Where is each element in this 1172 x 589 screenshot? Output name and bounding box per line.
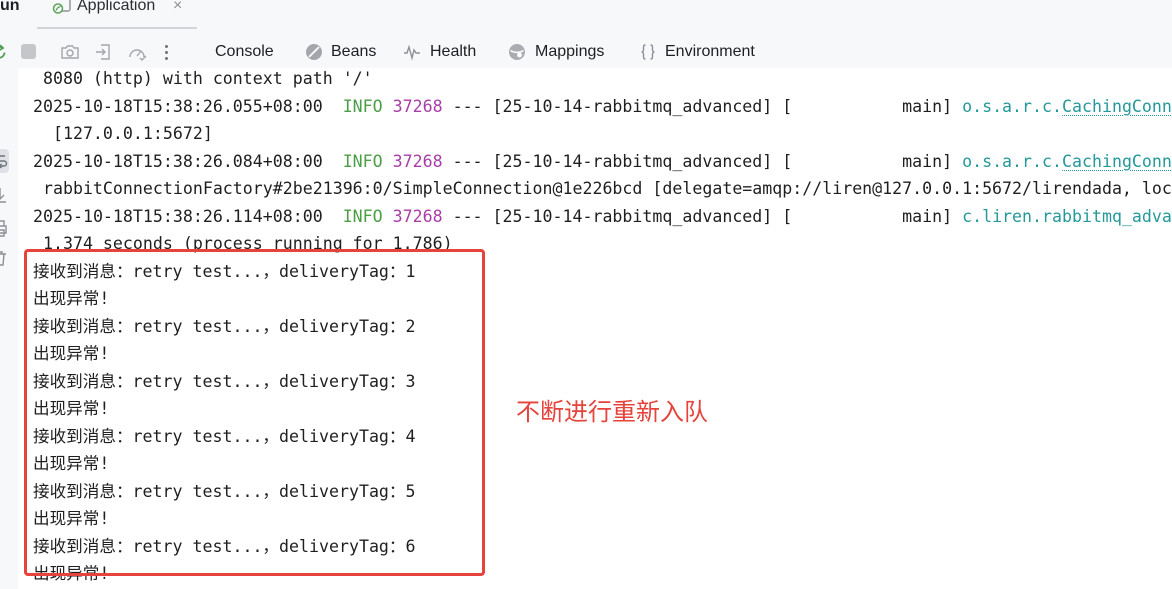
tab-environment-label: Environment	[665, 43, 755, 60]
health-pulse-icon	[403, 43, 421, 61]
active-tab-underline	[37, 27, 197, 29]
tab-beans[interactable]: Beans	[298, 36, 382, 68]
log-pid: 37268	[392, 151, 443, 171]
log-level: INFO	[342, 206, 383, 226]
tab-console[interactable]: Console	[205, 36, 285, 68]
console-log-line: 2025-10-18T15:38:26.055+08:00 INFO 37268 --…	[33, 93, 1172, 121]
console-wrapped-line: 8080 (http) with context path '/'	[42, 69, 373, 89]
tab-environment[interactable]: Environment	[632, 36, 766, 68]
clear-all-icon[interactable]	[0, 249, 9, 267]
highlight-box	[24, 249, 485, 576]
log-timestamp: 2025-10-18T15:38:26.084+08:00	[33, 151, 323, 171]
log-logger-class-link[interactable]: CachingConn	[1062, 97, 1172, 116]
log-logger-package: o.s.a.r.c.	[962, 96, 1062, 116]
log-thread: [ main]	[782, 96, 953, 116]
log-separator: ---	[452, 96, 483, 116]
annotation-text: 不断进行重新入队	[516, 398, 708, 426]
log-logger-package: o.s.a.r.c.	[962, 151, 1062, 171]
tab-beans-label: Beans	[331, 43, 377, 60]
log-timestamp: 2025-10-18T15:38:26.114+08:00	[33, 206, 323, 226]
log-thread: [ main]	[782, 206, 953, 226]
console-log-line: 2025-10-18T15:38:26.084+08:00 INFO 37268 --…	[33, 148, 1172, 176]
tab-application[interactable]: Application ×	[37, 0, 197, 29]
tab-health[interactable]: Health	[396, 36, 488, 68]
exit-icon[interactable]	[94, 41, 112, 63]
log-pid: 37268	[392, 206, 443, 226]
log-app-name: [25-10-14-rabbitmq_advanced]	[492, 206, 773, 226]
log-level: INFO	[342, 151, 383, 171]
log-logger-name: c.liren.rabbitmq_adva	[962, 206, 1172, 226]
log-separator: ---	[452, 206, 483, 226]
log-separator: ---	[452, 151, 483, 171]
spring-boot-app-icon	[52, 0, 72, 15]
log-app-name: [25-10-14-rabbitmq_advanced]	[492, 96, 773, 116]
tab-mappings[interactable]: Mappings	[501, 36, 617, 68]
side-toolbar	[0, 68, 18, 589]
tab-health-label: Health	[430, 43, 477, 60]
console-wrapped-line: rabbitConnectionFactory#2be21396:0/Simpl…	[42, 179, 1172, 199]
more-options-icon[interactable]	[162, 41, 172, 63]
tab-application-label: Application	[77, 0, 156, 14]
tab-close-icon[interactable]: ×	[173, 0, 182, 16]
log-pid: 37268	[392, 96, 443, 116]
log-app-name: [25-10-14-rabbitmq_advanced]	[492, 151, 773, 171]
tab-mappings-label: Mappings	[535, 43, 605, 60]
stop-icon[interactable]	[19, 41, 39, 63]
console-log-line: 2025-10-18T15:38:26.114+08:00 INFO 37268 --…	[33, 203, 1172, 231]
log-level: INFO	[342, 96, 383, 116]
console-wrapped-line: [127.0.0.1:5672]	[52, 124, 213, 144]
run-tool-window-title: un	[0, 0, 20, 14]
scroll-to-end-icon[interactable]	[0, 186, 9, 204]
soft-wrap-icon[interactable]	[0, 149, 9, 173]
tab-console-label: Console	[215, 43, 274, 60]
rerun-icon[interactable]	[0, 41, 8, 63]
log-logger-class-link[interactable]: CachingConn	[1062, 152, 1172, 171]
log-timestamp: 2025-10-18T15:38:26.055+08:00	[33, 96, 323, 116]
beans-icon	[305, 43, 323, 61]
gauge-icon[interactable]	[127, 41, 147, 63]
camera-icon[interactable]	[60, 41, 80, 63]
mappings-globe-icon	[508, 43, 526, 61]
log-thread: [ main]	[782, 151, 953, 171]
environment-braces-icon	[639, 43, 657, 61]
print-icon[interactable]	[0, 219, 9, 237]
